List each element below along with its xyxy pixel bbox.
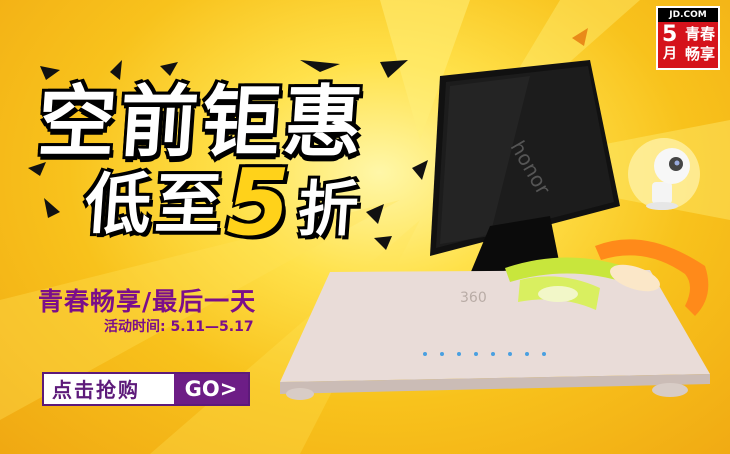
buy-now-label: 点击抢购 [52, 378, 140, 402]
subtitle: 青春畅享/最后一天 [38, 287, 257, 316]
event-date-range: 活动时间: 5.11—5.17 [104, 319, 254, 335]
jd-badge-month: 月 [663, 46, 677, 62]
promo-banner[interactable]: JD.COM 5 月 青春 畅享 honor 360 空前钜惠 低至 5 折 青… [0, 0, 730, 454]
headline-line1: 空前钜惠 [34, 78, 370, 168]
jd-badge-line1: 青春 [684, 25, 715, 43]
product-camera [628, 138, 700, 210]
product-band-orange [595, 239, 709, 316]
headline-discount-number: 5 [226, 149, 295, 256]
headline-discount-unit: 折 [295, 175, 365, 245]
jd-logo-text: JD.COM [658, 8, 718, 22]
jd-badge-number: 5 [662, 22, 678, 47]
go-label: GO> [174, 374, 248, 404]
jd-badge: JD.COM 5 月 青春 畅享 [656, 6, 720, 70]
router-brand: 360 [460, 290, 487, 306]
buy-now-button[interactable]: 点击抢购 GO> [42, 372, 250, 406]
jd-badge-line2: 畅享 [684, 45, 715, 63]
headline-low-to: 低至 [82, 166, 228, 243]
